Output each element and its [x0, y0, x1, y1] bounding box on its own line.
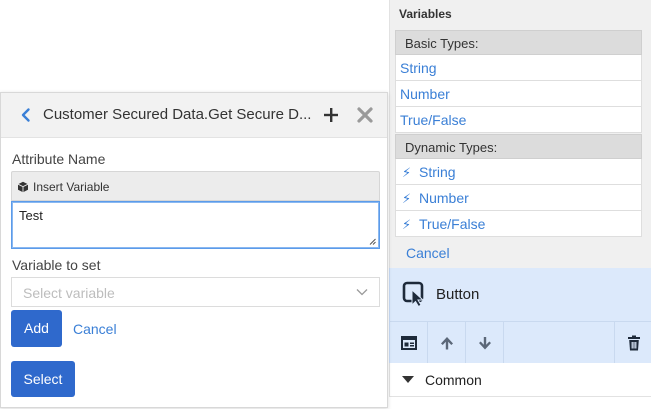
- dialog-title: Customer Secured Data.Get Secure D...: [43, 106, 312, 123]
- component-card: Button: [389, 268, 651, 364]
- plus-icon[interactable]: [321, 105, 341, 125]
- arrow-down-icon: [478, 337, 491, 350]
- dynamic-types-header: Dynamic Types:: [395, 134, 642, 159]
- add-button[interactable]: Add: [11, 310, 62, 347]
- variables-panel: Variables Basic Types: String Number Tru…: [389, 0, 651, 268]
- variable-select-placeholder: Select variable: [23, 285, 115, 301]
- chevron-left-icon[interactable]: [17, 106, 35, 124]
- insert-variable-button[interactable]: Insert Variable: [11, 171, 380, 201]
- dynamic-var-type-number[interactable]: ⚡︎ Number: [395, 185, 642, 211]
- select-button[interactable]: Select: [11, 361, 75, 397]
- delete-button[interactable]: [614, 322, 651, 364]
- attribute-value-text: Test: [19, 208, 43, 223]
- set-attribute-dialog: Customer Secured Data.Get Secure D... At…: [0, 92, 388, 408]
- move-down-button[interactable]: [466, 322, 504, 364]
- move-up-button[interactable]: [428, 322, 466, 364]
- layout-icon: [400, 336, 417, 350]
- variable-select[interactable]: Select variable: [11, 277, 380, 307]
- dynamic-var-label: String: [419, 164, 456, 180]
- variables-heading: Variables: [399, 7, 452, 21]
- component-name: Button: [436, 286, 480, 303]
- resize-grip-icon[interactable]: [368, 237, 376, 245]
- insert-variable-label: Insert Variable: [33, 180, 110, 194]
- dialog-cancel-link[interactable]: Cancel: [73, 321, 117, 337]
- basic-types-header: Basic Types:: [395, 30, 642, 55]
- common-section-toggle[interactable]: Common: [389, 363, 651, 397]
- component-toolbar: [390, 321, 651, 364]
- variable-to-set-label: Variable to set: [12, 257, 101, 273]
- attribute-name-textarea[interactable]: Test: [11, 201, 380, 249]
- cube-icon: [17, 181, 29, 193]
- trash-icon: [627, 335, 640, 351]
- var-type-number[interactable]: Number: [395, 81, 642, 107]
- lightning-icon: ⚡︎: [402, 191, 412, 206]
- lightning-icon: ⚡︎: [402, 217, 412, 232]
- layout-button[interactable]: [390, 322, 428, 364]
- cursor-pointer-icon: [402, 281, 425, 307]
- close-icon[interactable]: [356, 106, 374, 124]
- dynamic-var-type-string[interactable]: ⚡︎ String: [395, 159, 642, 185]
- dynamic-var-label: True/False: [419, 216, 486, 232]
- var-type-true-false[interactable]: True/False: [395, 107, 642, 133]
- lightning-icon: ⚡︎: [402, 165, 412, 180]
- arrow-up-icon: [440, 337, 453, 350]
- common-section-label: Common: [425, 372, 482, 388]
- dialog-header: Customer Secured Data.Get Secure D...: [1, 93, 387, 138]
- chevron-down-icon: [356, 289, 368, 296]
- attribute-name-label: Attribute Name: [12, 151, 106, 167]
- dynamic-var-label: Number: [419, 190, 469, 206]
- caret-down-icon: [402, 376, 414, 383]
- var-type-string[interactable]: String: [395, 55, 642, 81]
- dynamic-var-type-true-false[interactable]: ⚡︎ True/False: [395, 211, 642, 237]
- variables-cancel-link[interactable]: Cancel: [406, 245, 450, 261]
